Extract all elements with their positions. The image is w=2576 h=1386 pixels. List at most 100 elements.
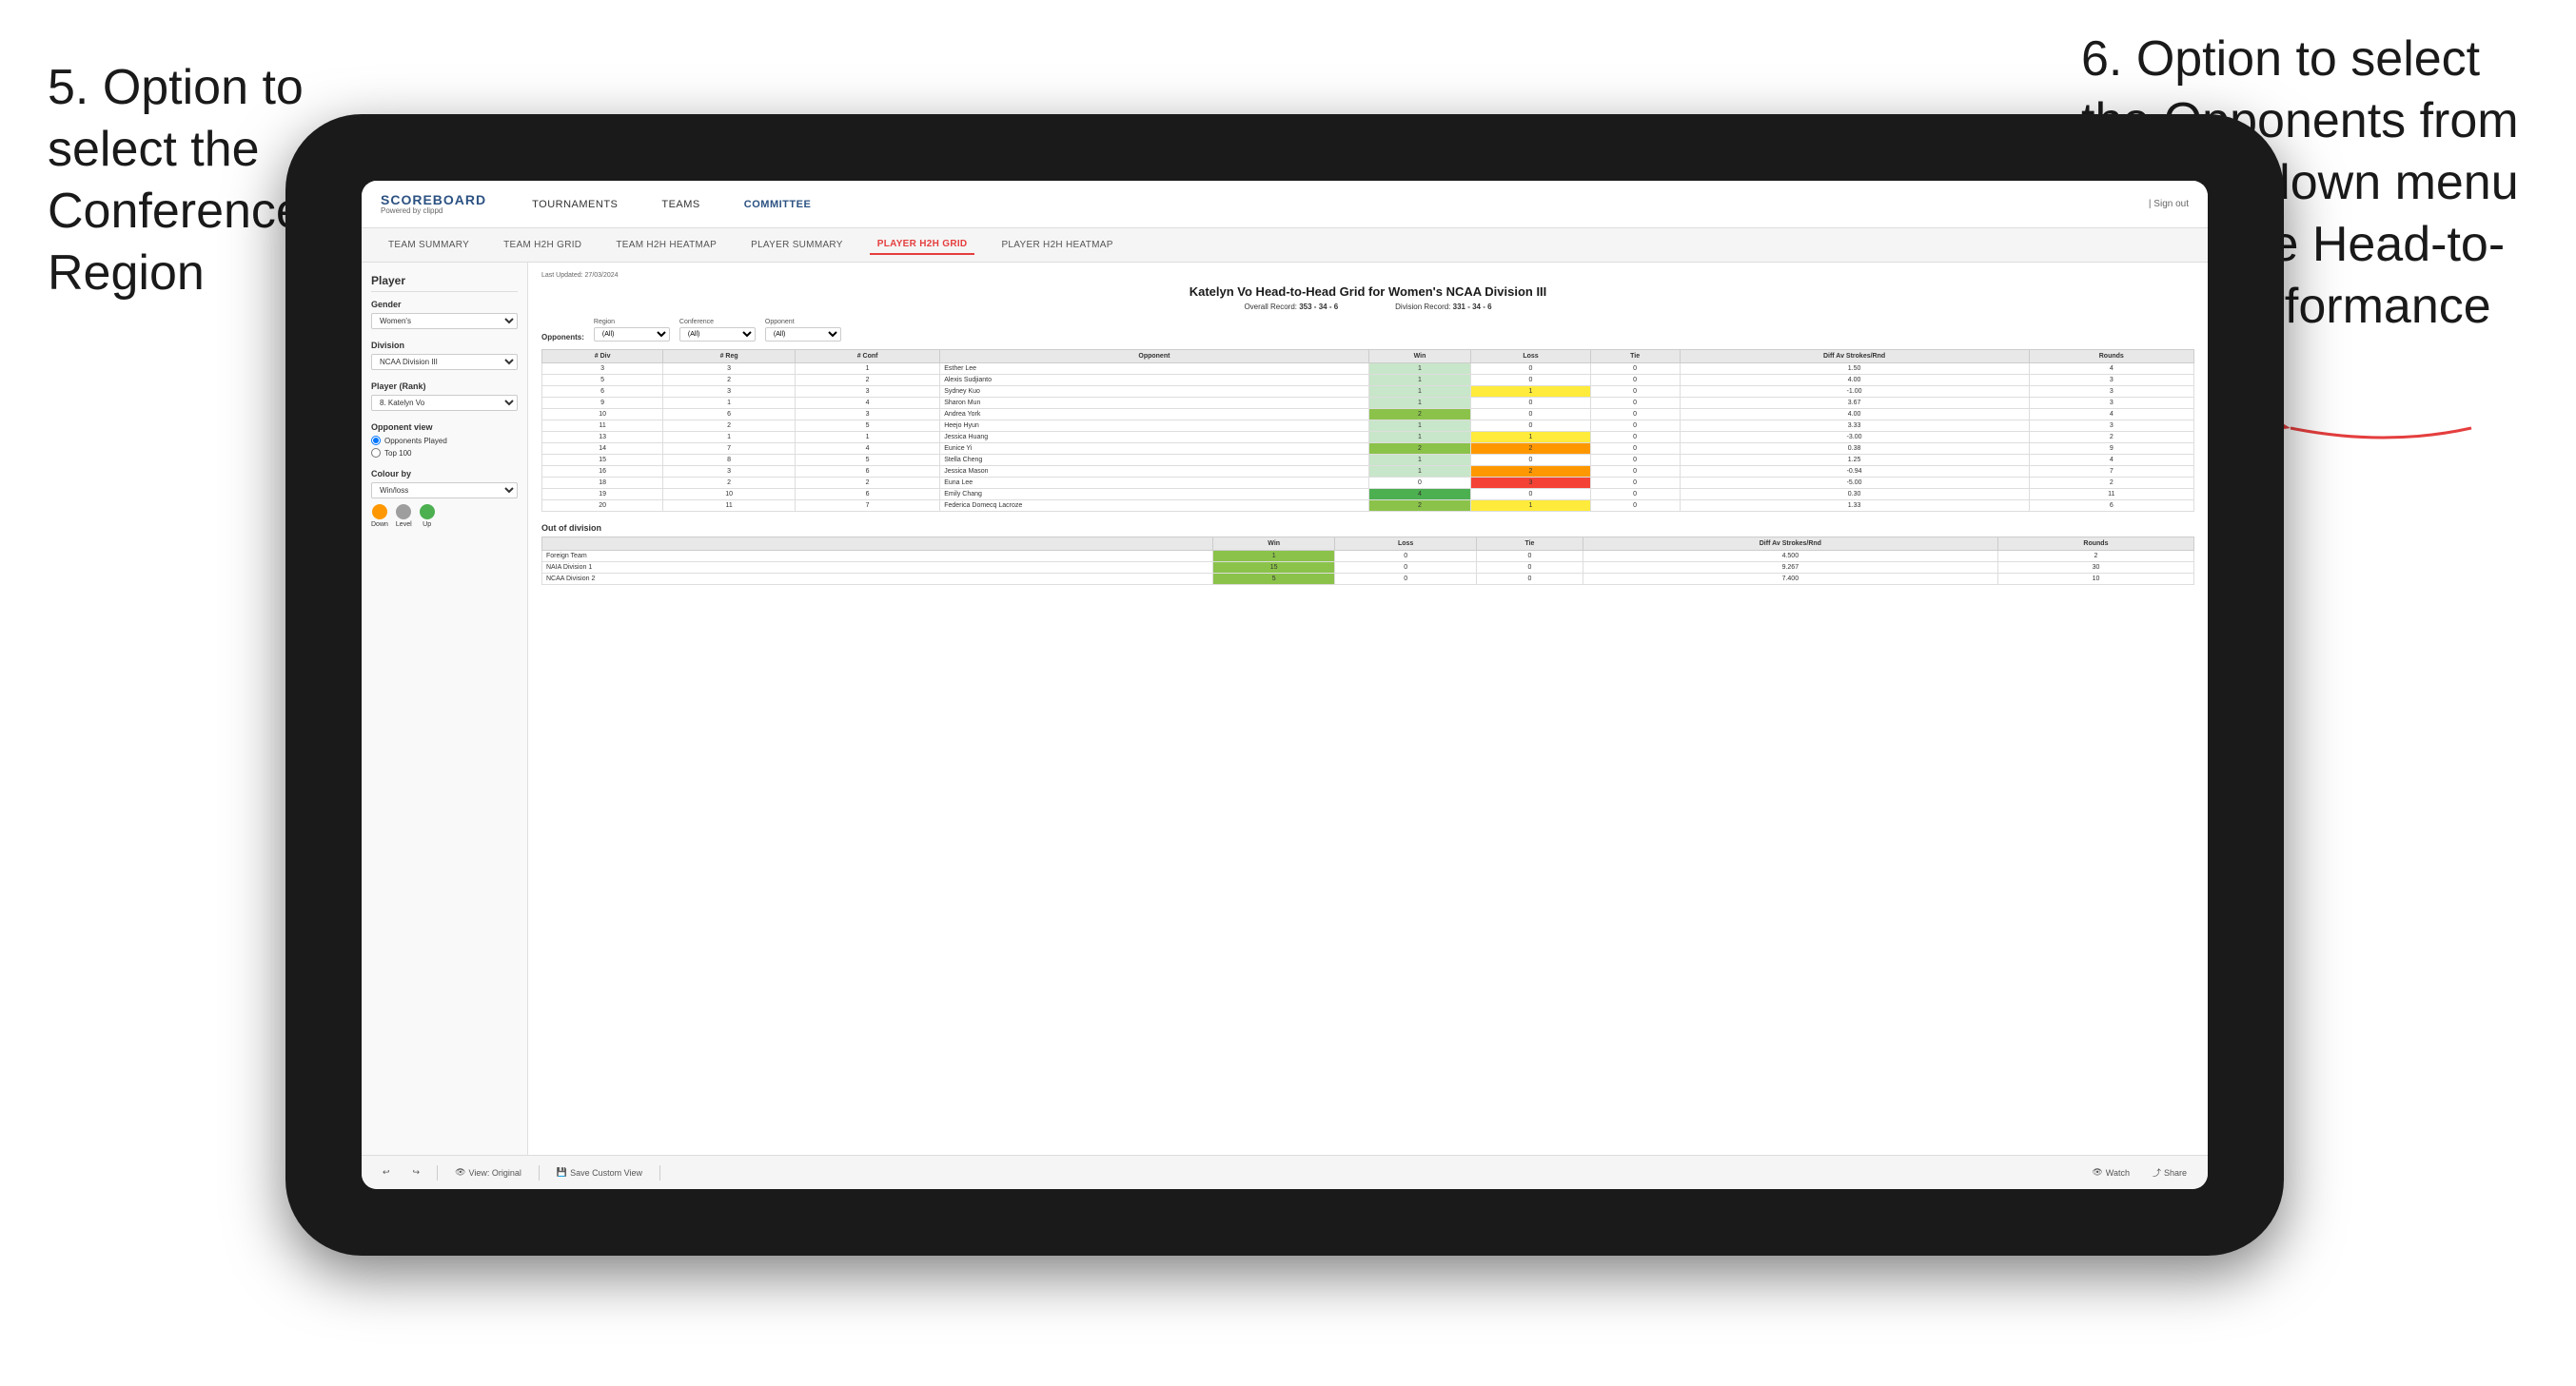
th-diff: Diff Av Strokes/Rnd [1680, 350, 2029, 363]
sub-nav-player-h2h-heatmap[interactable]: PLAYER H2H HEATMAP [993, 236, 1120, 254]
cell-reg: 7 [663, 443, 796, 455]
cell-div: 19 [542, 489, 663, 500]
radio-top-100[interactable]: Top 100 [371, 448, 518, 458]
ood-cell-diff: 4.500 [1583, 551, 1997, 562]
filter-conference-select[interactable]: (All) [679, 327, 756, 342]
cell-reg: 10 [663, 489, 796, 500]
ood-th-name [542, 537, 1213, 551]
nav-teams[interactable]: TEAMS [654, 195, 707, 214]
cell-diff: -3.00 [1680, 432, 2029, 443]
cell-loss: 0 [1471, 489, 1590, 500]
toolbar-sep-2 [539, 1165, 540, 1181]
cell-opponent: Stella Cheng [940, 455, 1368, 466]
cell-loss: 0 [1471, 420, 1590, 432]
sidebar-division-label: Division [371, 341, 518, 350]
cell-opponent: Sydney Kuo [940, 386, 1368, 398]
cell-tie: 0 [1590, 386, 1680, 398]
cell-diff: 1.25 [1680, 455, 2029, 466]
filter-group-opponent: Opponent (All) [765, 319, 841, 342]
sub-nav-team-h2h-grid[interactable]: TEAM H2H GRID [496, 236, 589, 254]
table-row: 11 2 5 Heejo Hyun 1 0 0 3.33 3 [542, 420, 2194, 432]
filter-region-label: Region [594, 319, 670, 325]
radio-opponents-played-input[interactable] [371, 436, 381, 445]
filter-region-select[interactable]: (All) [594, 327, 670, 342]
sub-nav-player-summary[interactable]: PLAYER SUMMARY [743, 236, 851, 254]
eye-icon: 👁 [455, 1167, 465, 1178]
sidebar-player-label: Player (Rank) [371, 381, 518, 391]
sidebar-player-select[interactable]: 8. Katelyn Vo [371, 395, 518, 411]
cell-win: 1 [1368, 398, 1471, 409]
sidebar-gender-select[interactable]: Women's [371, 313, 518, 329]
ood-cell-rounds: 30 [1997, 562, 2193, 574]
cell-diff: 0.38 [1680, 443, 2029, 455]
cell-diff: 0.30 [1680, 489, 2029, 500]
cell-diff: -5.00 [1680, 478, 2029, 489]
sidebar-gender-label: Gender [371, 300, 518, 309]
share-label: Share [2164, 1168, 2187, 1178]
ood-th-loss: Loss [1335, 537, 1477, 551]
cell-conf: 1 [796, 363, 940, 375]
cell-win: 1 [1368, 420, 1471, 432]
main-content: Player Gender Women's Division NCAA Divi… [362, 263, 2208, 1155]
save-custom-button[interactable]: 💾 Save Custom View [551, 1165, 648, 1180]
sidebar-division-select[interactable]: NCAA Division III [371, 354, 518, 370]
filter-group-region: Region (All) [594, 319, 670, 342]
cell-reg: 6 [663, 409, 796, 420]
th-reg: # Reg [663, 350, 796, 363]
watch-label: Watch [2106, 1168, 2130, 1178]
nav-committee[interactable]: COMMITTEE [737, 195, 819, 214]
cell-reg: 3 [663, 363, 796, 375]
nav-tournaments[interactable]: TOURNAMENTS [524, 195, 625, 214]
bottom-toolbar: ↩ ↪ 👁 View: Original 💾 Save Custom View … [362, 1155, 2208, 1189]
ood-th-tie: Tie [1477, 537, 1583, 551]
sub-nav-team-h2h-heatmap[interactable]: TEAM H2H HEATMAP [608, 236, 724, 254]
cell-conf: 4 [796, 398, 940, 409]
ood-cell-loss: 0 [1335, 562, 1477, 574]
filter-opponent-select[interactable]: (All) [765, 327, 841, 342]
filter-conference-label: Conference [679, 319, 756, 325]
sidebar-colour-label: Colour by [371, 469, 518, 478]
ood-cell-tie: 0 [1477, 562, 1583, 574]
redo-button[interactable]: ↪ [407, 1165, 426, 1180]
cell-loss: 2 [1471, 466, 1590, 478]
ood-table-row: Foreign Team 1 0 0 4.500 2 [542, 551, 2194, 562]
ood-cell-diff: 9.267 [1583, 562, 1997, 574]
tablet-screen: SCOREBOARD Powered by clippd TOURNAMENTS… [362, 181, 2208, 1189]
share-button[interactable]: ⤴ Share [2147, 1164, 2193, 1181]
cell-rounds: 4 [2029, 363, 2193, 375]
cell-opponent: Alexis Sudjianto [940, 375, 1368, 386]
table-row: 13 1 1 Jessica Huang 1 1 0 -3.00 2 [542, 432, 2194, 443]
sign-out-link[interactable]: | Sign out [2149, 199, 2189, 209]
cell-tie: 0 [1590, 466, 1680, 478]
ood-cell-loss: 0 [1335, 551, 1477, 562]
radio-opponents-played[interactable]: Opponents Played [371, 436, 518, 445]
sub-nav-player-h2h-grid[interactable]: PLAYER H2H GRID [870, 235, 975, 255]
colour-down-circle [372, 504, 387, 519]
cell-div: 10 [542, 409, 663, 420]
sub-nav-team-summary[interactable]: TEAM SUMMARY [381, 236, 477, 254]
ood-cell-name: NAIA Division 1 [542, 562, 1213, 574]
cell-tie: 0 [1590, 432, 1680, 443]
ood-cell-win: 1 [1213, 551, 1335, 562]
undo-button[interactable]: ↩ [377, 1165, 396, 1180]
th-div: # Div [542, 350, 663, 363]
table-row: 10 6 3 Andrea York 2 0 0 4.00 4 [542, 409, 2194, 420]
watch-icon: 👁 [2092, 1167, 2102, 1178]
sidebar-colour-select[interactable]: Win/loss [371, 482, 518, 498]
table-row: 3 3 1 Esther Lee 1 0 0 1.50 4 [542, 363, 2194, 375]
view-original-button[interactable]: 👁 View: Original [449, 1165, 527, 1180]
cell-rounds: 4 [2029, 455, 2193, 466]
logo-sub: Powered by clippd [381, 206, 486, 215]
cell-win: 1 [1368, 363, 1471, 375]
filter-row: Opponents: Region (All) Conference (All) [541, 319, 2194, 342]
radio-group-opponent: Opponents Played Top 100 [371, 436, 518, 458]
cell-diff: -1.00 [1680, 386, 2029, 398]
filter-group-opponents: Opponents: [541, 333, 584, 342]
ood-cell-win: 15 [1213, 562, 1335, 574]
radio-top100-input[interactable] [371, 448, 381, 458]
ood-cell-diff: 7.400 [1583, 574, 1997, 585]
cell-rounds: 9 [2029, 443, 2193, 455]
watch-button[interactable]: 👁 Watch [2086, 1165, 2135, 1180]
cell-win: 1 [1368, 432, 1471, 443]
th-conf: # Conf [796, 350, 940, 363]
